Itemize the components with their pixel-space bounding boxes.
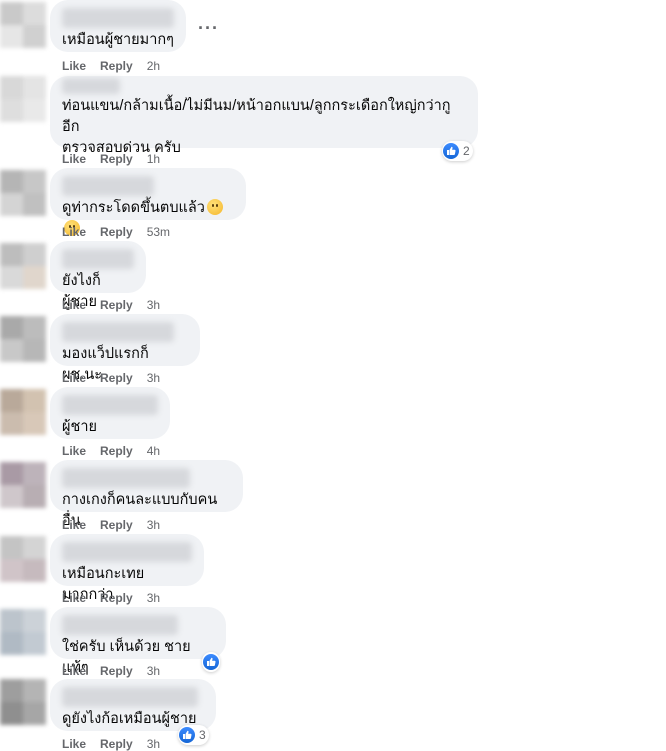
reply-button[interactable]: Reply	[100, 444, 133, 458]
timestamp[interactable]: 4h	[147, 444, 160, 458]
like-reaction-icon	[179, 727, 195, 743]
comment-bubble: ผู้ชาย	[50, 387, 170, 439]
like-button[interactable]: Like	[62, 737, 86, 751]
commenter-name[interactable]	[62, 615, 178, 635]
timestamp[interactable]: 3h	[147, 298, 160, 312]
reply-button[interactable]: Reply	[100, 59, 133, 73]
timestamp[interactable]: 3h	[147, 518, 160, 532]
commenter-name[interactable]	[62, 176, 154, 196]
timestamp[interactable]: 1h	[147, 152, 160, 166]
like-button[interactable]: Like	[62, 371, 86, 385]
avatar[interactable]	[0, 609, 46, 655]
reply-button[interactable]: Reply	[100, 664, 133, 678]
reply-button[interactable]: Reply	[100, 298, 133, 312]
comment-bubble: เหมือนผู้ชายมากๆ	[50, 0, 186, 52]
more-horizontal-icon[interactable]: ···	[198, 18, 219, 39]
like-button[interactable]: Like	[62, 518, 86, 532]
comment-bubble: ดูยังไงก้อเหมือนผู้ชาย	[50, 679, 216, 731]
commenter-name[interactable]	[62, 395, 158, 415]
comment-text: ผู้ชาย	[62, 419, 97, 435]
comment-actions: Like Reply 2h	[62, 59, 160, 73]
commenter-name[interactable]	[62, 8, 174, 28]
timestamp[interactable]: 3h	[147, 371, 160, 385]
timestamp[interactable]: 3h	[147, 664, 160, 678]
comment-bubble: ใช่ครับ เห็นด้วย ชายแท้ๆ	[50, 607, 226, 676]
like-button[interactable]: Like	[62, 225, 86, 239]
commenter-name[interactable]	[62, 78, 120, 94]
comment-actions: Like Reply 3h	[62, 518, 160, 532]
reaction-summary[interactable]	[202, 652, 220, 672]
reply-button[interactable]: Reply	[100, 152, 133, 166]
commenter-name[interactable]	[62, 542, 192, 562]
avatar[interactable]	[0, 536, 46, 582]
reaction-count: 3	[199, 728, 206, 742]
comment-bubble: ท่อนแขน/กล้ามเนื้อ/ไม่มีนม/หน้าอกแบน/ลูก…	[50, 76, 478, 156]
comment-bubble: เหมือนกะเทยมากกว่า	[50, 534, 204, 603]
comment-bubble: ดูท่ากระโดดขึ้นตบแล้ว	[50, 168, 246, 236]
thinking-face-icon	[206, 199, 223, 215]
comment-actions: Like Reply 1h	[62, 152, 160, 166]
comment-text: ท่อนแขน/กล้ามเนื้อ/ไม่มีนม/หน้าอกแบน/ลูก…	[62, 98, 451, 156]
avatar[interactable]	[0, 679, 46, 725]
avatar[interactable]	[0, 76, 46, 122]
avatar[interactable]	[0, 2, 46, 48]
avatar[interactable]	[0, 389, 46, 435]
comment-text: เหมือนผู้ชายมากๆ	[62, 32, 174, 48]
comment-actions: Like Reply 3h	[62, 298, 160, 312]
commenter-name[interactable]	[62, 468, 190, 488]
comment-bubble: มองแว็ปแรกก็ ผช.นะ	[50, 314, 200, 383]
like-button[interactable]: Like	[62, 664, 86, 678]
comment-bubble: กางเกงก็คนละแบบกับคนอื่น	[50, 460, 243, 529]
timestamp[interactable]: 3h	[147, 591, 160, 605]
like-button[interactable]: Like	[62, 152, 86, 166]
like-reaction-icon	[203, 654, 219, 670]
reaction-summary[interactable]: 3	[178, 725, 209, 745]
comment-actions: Like Reply 3h	[62, 664, 160, 678]
reply-button[interactable]: Reply	[100, 737, 133, 751]
like-button[interactable]: Like	[62, 444, 86, 458]
commenter-name[interactable]	[62, 322, 174, 342]
comment-actions: Like Reply 3h	[62, 737, 160, 751]
reply-button[interactable]: Reply	[100, 371, 133, 385]
like-button[interactable]: Like	[62, 591, 86, 605]
reply-button[interactable]: Reply	[100, 225, 133, 239]
comment-actions: Like Reply 4h	[62, 444, 160, 458]
avatar[interactable]	[0, 243, 46, 289]
timestamp[interactable]: 3h	[147, 737, 160, 751]
avatar[interactable]	[0, 462, 46, 508]
commenter-name[interactable]	[62, 249, 134, 269]
commenter-name[interactable]	[62, 687, 198, 707]
comment-actions: Like Reply 3h	[62, 591, 160, 605]
timestamp[interactable]: 2h	[147, 59, 160, 73]
like-button[interactable]: Like	[62, 298, 86, 312]
comment-actions: Like Reply 3h	[62, 371, 160, 385]
reply-button[interactable]: Reply	[100, 518, 133, 532]
comment-bubble: ยังไงก็ผู้ชาย	[50, 241, 146, 310]
timestamp[interactable]: 53m	[147, 225, 170, 239]
reply-button[interactable]: Reply	[100, 591, 133, 605]
comment-actions: Like Reply 53m	[62, 225, 170, 239]
reaction-summary[interactable]: 2	[442, 141, 473, 161]
like-reaction-icon	[443, 143, 459, 159]
comment-text-body: ดูท่ากระโดดขึ้นตบแล้ว	[62, 200, 205, 216]
reaction-count: 2	[463, 144, 470, 158]
avatar[interactable]	[0, 170, 46, 216]
like-button[interactable]: Like	[62, 59, 86, 73]
avatar[interactable]	[0, 316, 46, 362]
